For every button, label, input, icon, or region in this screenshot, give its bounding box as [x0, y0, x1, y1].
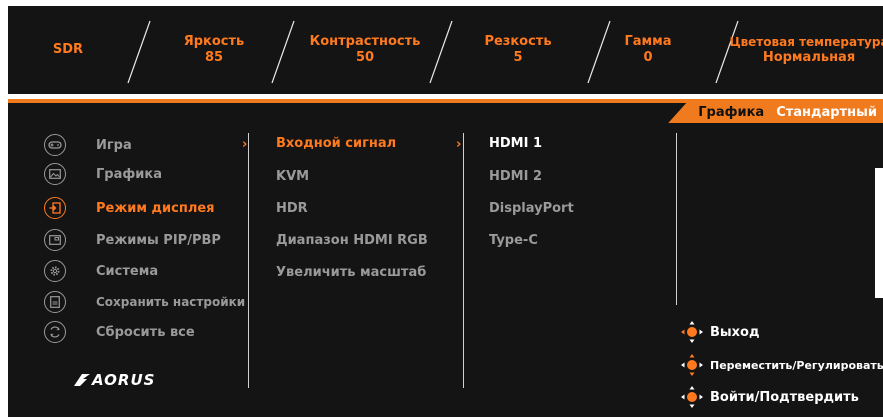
menu-item-graphics[interactable]: Графика: [44, 161, 162, 187]
sdr-label: SDR: [52, 42, 84, 57]
option-displayport[interactable]: DisplayPort: [489, 201, 574, 216]
logo-text: AORUS: [92, 371, 156, 389]
contrast-label: Контрастность: [309, 34, 421, 49]
help-move-label: Переместить/Регулировать: [710, 358, 883, 372]
submenu-item-input-signal[interactable]: Входной сигнал: [276, 136, 396, 151]
menu-item-pip-pbp[interactable]: Режимы PIP/PBP: [44, 227, 221, 253]
menu-item-label: Графика: [96, 166, 162, 182]
status-sharpness: Резкость 5: [468, 6, 568, 94]
option-hdmi-2[interactable]: HDMI 2: [489, 169, 542, 184]
chevron-right-icon: ›: [242, 137, 248, 152]
menu-item-display-mode[interactable]: Режим дисплея: [44, 195, 215, 221]
gamma-label: Гамма: [624, 34, 672, 49]
status-color-temp: Цветовая температура Нормальная: [729, 6, 883, 94]
aorus-logo: AORUS: [74, 371, 155, 389]
status-brightness: Яркость 85: [168, 6, 260, 94]
mode-tabs: Графика Стандартный: [668, 103, 883, 123]
status-gamma: Гамма 0: [618, 6, 678, 94]
brightness-value: 85: [204, 50, 224, 65]
divider-slash: [270, 20, 296, 84]
eagle-icon: [74, 374, 90, 386]
menu-item-label: Режимы PIP/PBP: [96, 232, 221, 248]
menu-item-label: Сбросить все: [96, 324, 195, 340]
joystick-left-icon: [681, 321, 703, 343]
divider-slash: [126, 20, 152, 84]
menu-panel: Графика Стандартный Игра Графика Режим д…: [8, 103, 883, 417]
input-icon: [44, 197, 66, 219]
column-divider: [463, 133, 464, 388]
column-divider: [248, 133, 249, 388]
scroll-indicator: [875, 168, 883, 298]
joystick-move-icon: [681, 354, 703, 376]
chevron-right-icon: ›: [456, 137, 462, 152]
menu-item-reset-all[interactable]: Сбросить все: [44, 319, 195, 345]
status-bar: SDR Яркость 85 Контрастность 50 Резкость…: [8, 6, 883, 94]
menu-item-label: Система: [96, 263, 159, 279]
menu-item-system[interactable]: Система: [44, 258, 158, 284]
color-temp-value: Нормальная: [762, 50, 856, 65]
save-icon: [44, 291, 66, 313]
status-contrast: Контрастность 50: [300, 6, 430, 94]
gear-icon: [44, 260, 66, 282]
submenu-item-kvm[interactable]: KVM: [276, 169, 309, 184]
tab-standard[interactable]: Стандартный: [770, 103, 883, 123]
menu-item-save-settings[interactable]: Сохранить настройки: [44, 289, 245, 315]
help-move: Переместить/Регулировать: [680, 353, 883, 377]
column-divider: [676, 133, 677, 305]
divider-slash: [586, 20, 612, 84]
menu-item-label: Игра: [96, 137, 132, 153]
option-hdmi-1[interactable]: HDMI 1: [489, 136, 542, 151]
help-enter-label: Войти/Подтвердить: [710, 389, 859, 405]
menu-item-game[interactable]: Игра: [44, 132, 132, 158]
brightness-label: Яркость: [183, 34, 245, 49]
gamma-value: 0: [643, 50, 653, 65]
tab-graphics[interactable]: Графика: [668, 103, 771, 123]
image-icon: [44, 163, 66, 185]
option-type-c[interactable]: Type-C: [489, 233, 538, 248]
sharpness-value: 5: [513, 50, 523, 65]
menu-item-label: Режим дисплея: [96, 200, 215, 216]
submenu-item-hdmi-rgb-range[interactable]: Диапазон HDMI RGB: [276, 233, 428, 248]
status-sdr: SDR: [38, 6, 98, 94]
sharpness-label: Резкость: [484, 34, 552, 49]
help-exit-label: Выход: [710, 324, 760, 340]
contrast-value: 50: [355, 50, 375, 65]
divider-slash: [428, 20, 454, 84]
help-enter: Войти/Подтвердить: [680, 385, 859, 409]
joystick-press-icon: [681, 386, 703, 408]
submenu-item-hdr[interactable]: HDR: [276, 201, 308, 216]
help-exit: Выход: [680, 320, 759, 344]
menu-item-label: Сохранить настройки: [96, 295, 246, 309]
submenu-item-zoom[interactable]: Увеличить масштаб: [276, 265, 426, 280]
color-temp-label: Цветовая температура: [729, 35, 883, 49]
osd-screen: SDR Яркость 85 Контрастность 50 Резкость…: [0, 0, 883, 417]
gamepad-icon: [44, 134, 66, 156]
pip-icon: [44, 229, 66, 251]
reset-icon: [44, 321, 66, 343]
